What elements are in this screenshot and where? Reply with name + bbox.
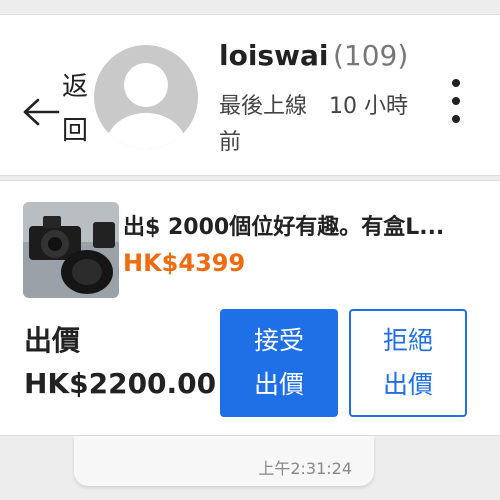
username[interactable]: loiswai [219, 39, 328, 72]
last-seen-label: 最後上線 [219, 94, 308, 119]
avatar[interactable] [94, 45, 198, 149]
item-title[interactable]: 出$ 2000個位好有趣。有盒L... [123, 209, 473, 241]
offer-amount: HK$2200.00 [24, 367, 217, 400]
back-button[interactable]: 返回 [22, 69, 94, 155]
chat-message-bubble[interactable]: 上午2:31:24 [74, 436, 374, 486]
user-rating[interactable]: (109) [333, 39, 408, 72]
offer-card: 出$ 2000個位好有趣。有盒L... HK$4399 出價 HK$2200.0… [0, 180, 500, 436]
reject-offer-button[interactable]: 拒絕 出價 [349, 309, 467, 417]
item-thumbnail[interactable] [23, 202, 119, 298]
accept-offer-button[interactable]: 接受 出價 [220, 309, 338, 417]
more-options-button[interactable] [444, 77, 468, 125]
more-dot [452, 115, 460, 123]
last-seen-status: 最後上線 10 小時前 [219, 89, 409, 161]
reject-offer-label-line1: 拒絕 [382, 326, 433, 355]
accept-offer-label-line1: 接受 [253, 326, 304, 355]
back-label: 返回 [62, 72, 89, 146]
accept-offer-label-line2: 出價 [253, 370, 304, 399]
message-timestamp: 上午2:31:24 [258, 459, 352, 478]
more-dot [452, 97, 460, 105]
arrow-left-icon [23, 98, 60, 126]
camera-photo [23, 202, 119, 298]
more-dot [452, 79, 460, 87]
item-price: HK$4399 [123, 249, 246, 277]
chat-header: 返回 loiswai (109) 最後上線 10 小時前 [0, 14, 500, 176]
default-avatar-icon [106, 63, 186, 149]
reject-offer-label-line2: 出價 [382, 370, 433, 399]
offer-label: 出價 [24, 324, 81, 357]
